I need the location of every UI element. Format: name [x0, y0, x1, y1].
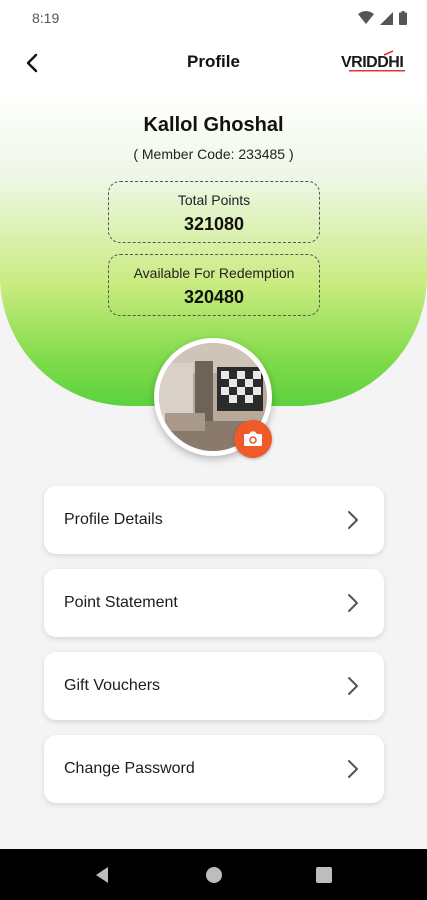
- change-photo-button[interactable]: [234, 420, 272, 458]
- total-points-card: Total Points 321080: [108, 181, 320, 243]
- camera-icon: [244, 431, 262, 446]
- nav-back-icon[interactable]: [94, 866, 110, 884]
- menu-item-label: Change Password: [64, 760, 195, 777]
- nav-home-icon[interactable]: [205, 866, 223, 884]
- user-name: Kallol Ghoshal: [143, 114, 284, 136]
- battery-icon: [399, 11, 407, 25]
- member-code: ( Member Code: 233485 ): [133, 146, 294, 162]
- total-points-value: 321080: [183, 214, 245, 234]
- nav-recents-icon[interactable]: [316, 867, 332, 883]
- menu-item-profile-details[interactable]: Profile Details: [44, 486, 384, 554]
- wifi-icon: [358, 11, 374, 24]
- status-time: 8:19: [32, 10, 60, 26]
- signal-icon: [380, 11, 393, 25]
- vriddhi-logo: VRIDDHI: [341, 50, 405, 72]
- system-nav-bar: [0, 849, 427, 900]
- chevron-right-icon: [348, 677, 358, 695]
- menu-item-point-statement[interactable]: Point Statement: [44, 569, 384, 637]
- available-points-label: Available For Redemption: [133, 265, 295, 281]
- app-header: Profile VRIDDHI: [0, 36, 427, 90]
- chevron-right-icon: [348, 760, 358, 778]
- menu-item-change-password[interactable]: Change Password: [44, 735, 384, 803]
- menu-item-label: Profile Details: [64, 511, 163, 528]
- available-points-value: 320480: [183, 287, 245, 307]
- menu-item-label: Gift Vouchers: [64, 677, 161, 694]
- status-icons: [358, 11, 407, 25]
- menu-item-gift-vouchers[interactable]: Gift Vouchers: [44, 652, 384, 720]
- menu-item-label: Point Statement: [64, 594, 178, 611]
- chevron-right-icon: [348, 511, 358, 529]
- available-points-card: Available For Redemption 320480: [108, 254, 320, 316]
- svg-text:VRIDDHI: VRIDDHI: [341, 54, 403, 71]
- total-points-label: Total Points: [177, 192, 251, 208]
- chevron-right-icon: [348, 594, 358, 612]
- status-bar: 8:19: [0, 0, 427, 36]
